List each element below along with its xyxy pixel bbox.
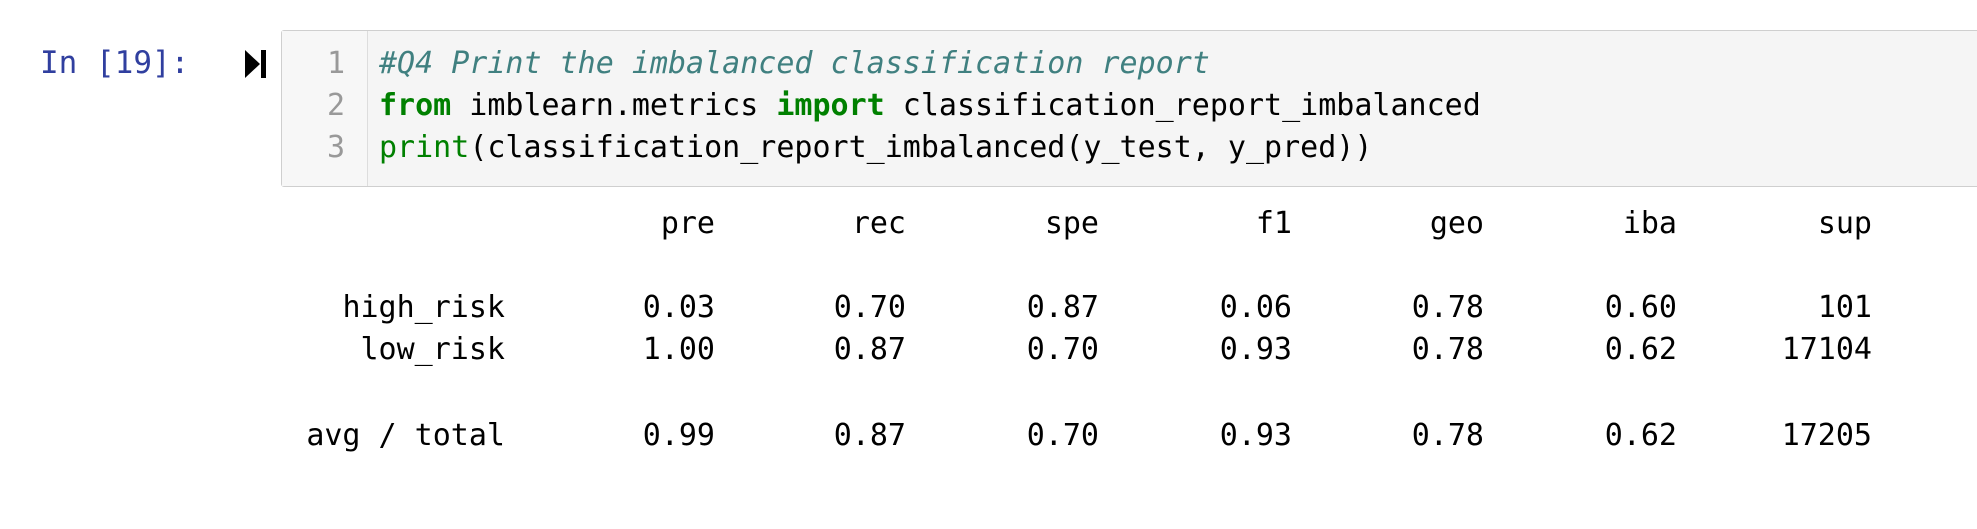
line-number: 2 bbox=[326, 88, 345, 123]
line-number-gutter: 1 2 3 bbox=[282, 31, 368, 186]
line-number: 1 bbox=[326, 46, 345, 81]
code-line-3: print(classification_report_imbalanced(y… bbox=[379, 127, 1372, 169]
module-name: imblearn.metrics bbox=[451, 88, 777, 123]
step-forward-icon bbox=[245, 50, 266, 78]
code-line-1: #Q4 Print the imbalanced classification … bbox=[379, 43, 1210, 85]
cell-prompt: In [19]: bbox=[40, 45, 190, 81]
code-comment: #Q4 Print the imbalanced classification … bbox=[379, 46, 1210, 81]
builtin-print: print bbox=[379, 130, 470, 165]
keyword-import: import bbox=[776, 88, 885, 123]
imported-name: classification_report_imbalanced bbox=[884, 88, 1481, 123]
row-value: 17104 bbox=[1781, 332, 1872, 367]
code-editor[interactable]: 1 2 3 #Q4 Print the imbalanced classific… bbox=[281, 30, 1977, 187]
run-cell-button[interactable] bbox=[243, 47, 269, 81]
call-arguments: (classification_report_imbalanced(y_test… bbox=[469, 130, 1373, 165]
row-value: 17205 bbox=[1781, 418, 1872, 453]
code-line-2: from imblearn.metrics import classificat… bbox=[379, 85, 1481, 127]
line-number: 3 bbox=[326, 130, 345, 165]
keyword-from: from bbox=[379, 88, 452, 123]
row-value: 101 bbox=[1817, 290, 1872, 325]
header-sup: sup bbox=[1817, 206, 1872, 241]
